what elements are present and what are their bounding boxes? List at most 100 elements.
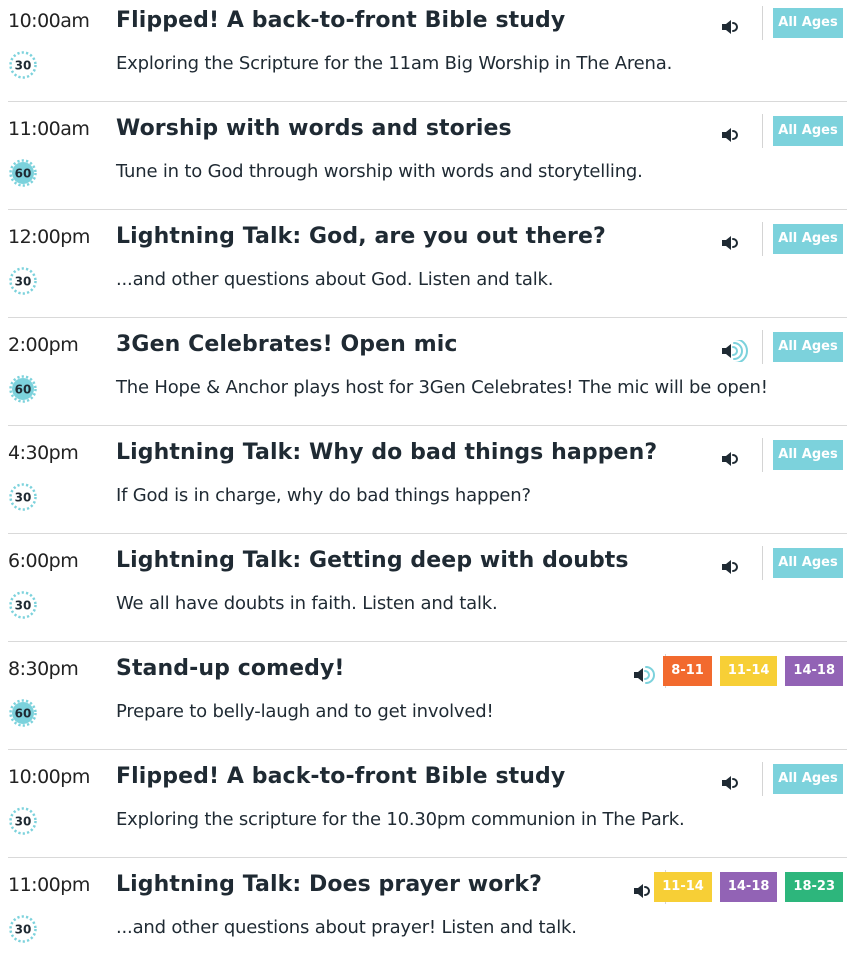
duration-badge: 30 (8, 482, 37, 511)
duration-badge: 30 (8, 50, 37, 79)
event-row[interactable]: 10:00pm 30 Flipped! A back-to-front Bible … (0, 758, 855, 866)
volume-high-icon[interactable] (720, 338, 754, 364)
duration-badge: 60 (8, 698, 37, 727)
age-group-badges: All Ages (773, 548, 843, 578)
volume-low-icon[interactable] (720, 448, 754, 470)
event-description: Exploring the scripture for the 10.30pm … (116, 809, 685, 830)
event-row[interactable]: 12:00pm 30 Lightning Talk: God, are you ou… (0, 218, 855, 326)
age-group-badges: All Ages (773, 116, 843, 146)
svg-text:60: 60 (15, 167, 32, 181)
age-group-badges: All Ages (773, 440, 843, 470)
row-divider (8, 641, 847, 642)
age-badge[interactable]: All Ages (773, 548, 843, 578)
age-badge[interactable]: All Ages (773, 764, 843, 794)
event-row[interactable]: 2:00pm 60 3Gen Celebrates! Open mic The Hop… (0, 326, 855, 434)
duration-timer-icon: 30 (9, 915, 37, 943)
age-badge[interactable]: 11-14 (654, 872, 712, 902)
audio-level-indicator[interactable] (720, 338, 754, 364)
volume-low-icon[interactable] (720, 124, 754, 146)
event-row[interactable]: 10:00am 30 Flipped! A back-to-front Bible … (0, 2, 855, 110)
event-schedule: 10:00am 30 Flipped! A back-to-front Bible … (0, 0, 855, 945)
event-title[interactable]: Lightning Talk: Why do bad things happen… (116, 440, 657, 465)
svg-text:60: 60 (15, 383, 32, 397)
event-description: ...and other questions about God. Listen… (116, 269, 554, 290)
audio-level-indicator[interactable] (720, 772, 754, 792)
event-time: 10:00pm (8, 766, 90, 788)
event-row[interactable]: 11:00am 60 Worship with words and stories T… (0, 110, 855, 218)
event-title[interactable]: 3Gen Celebrates! Open mic (116, 332, 458, 357)
event-time: 2:00pm (8, 334, 79, 356)
event-title[interactable]: Lightning Talk: Does prayer work? (116, 872, 542, 897)
divider (762, 762, 763, 796)
event-time: 4:30pm (8, 442, 79, 464)
svg-text:30: 30 (15, 491, 32, 505)
age-group-badges: All Ages (773, 332, 843, 362)
event-description: Tune in to God through worship with word… (116, 161, 643, 182)
divider (762, 114, 763, 148)
audio-level-indicator[interactable] (720, 556, 754, 576)
event-description: If God is in charge, why do bad things h… (116, 485, 531, 506)
age-badge[interactable]: All Ages (773, 440, 843, 470)
event-description: The Hope & Anchor plays host for 3Gen Ce… (116, 377, 768, 398)
event-row[interactable]: 4:30pm 30 Lightning Talk: Why do bad thing… (0, 434, 855, 542)
age-group-badges: All Ages (773, 224, 843, 254)
age-badge[interactable]: 18-23 (785, 872, 843, 902)
event-time: 11:00pm (8, 874, 90, 896)
audio-level-indicator[interactable] (632, 664, 666, 684)
event-title[interactable]: Flipped! A back-to-front Bible study (116, 764, 565, 789)
event-title[interactable]: Lightning Talk: God, are you out there? (116, 224, 606, 249)
duration-badge: 30 (8, 806, 37, 835)
event-row[interactable]: 11:00pm 30 Lightning Talk: Does prayer wor… (0, 866, 855, 974)
event-time: 10:00am (8, 10, 90, 32)
event-description: ...and other questions about prayer! Lis… (116, 917, 577, 938)
age-badge[interactable]: 11-14 (719, 656, 778, 686)
duration-badge: 30 (8, 266, 37, 295)
age-badge[interactable]: All Ages (773, 332, 843, 362)
event-title[interactable]: Worship with words and stories (116, 116, 512, 141)
event-title[interactable]: Flipped! A back-to-front Bible study (116, 8, 565, 33)
volume-low-icon[interactable] (720, 232, 754, 254)
event-time: 12:00pm (8, 226, 90, 248)
duration-badge: 30 (8, 590, 37, 619)
event-row[interactable]: 8:30pm 60 Stand-up comedy! Prepare to belly… (0, 650, 855, 758)
duration-timer-icon: 60 (9, 375, 37, 403)
audio-level-indicator[interactable] (720, 448, 754, 468)
row-divider (8, 749, 847, 750)
event-time: 6:00pm (8, 550, 79, 572)
age-group-badges: 8-11 11-14 14-18 (663, 656, 843, 686)
event-description: We all have doubts in faith. Listen and … (116, 593, 498, 614)
duration-badge: 30 (8, 914, 37, 943)
age-badge[interactable]: All Ages (773, 224, 843, 254)
age-group-badges: 11-14 14-18 18-23 (654, 872, 843, 902)
event-row[interactable]: 6:00pm 30 Lightning Talk: Getting deep wit… (0, 542, 855, 650)
duration-timer-icon: 30 (9, 807, 37, 835)
svg-text:30: 30 (15, 815, 32, 829)
age-badge[interactable]: 14-18 (785, 656, 843, 686)
event-time: 11:00am (8, 118, 90, 140)
age-badge[interactable]: All Ages (773, 116, 843, 146)
age-badge[interactable]: All Ages (773, 8, 843, 38)
divider (762, 330, 763, 364)
duration-timer-icon: 30 (9, 591, 37, 619)
row-divider (8, 533, 847, 534)
svg-text:30: 30 (15, 923, 32, 937)
audio-level-indicator[interactable] (720, 16, 754, 36)
volume-low-icon[interactable] (720, 556, 754, 578)
age-badge[interactable]: 14-18 (719, 872, 778, 902)
volume-medium-icon[interactable] (632, 664, 666, 686)
audio-level-indicator[interactable] (720, 232, 754, 252)
volume-low-icon[interactable] (720, 772, 754, 794)
duration-timer-icon: 60 (9, 699, 37, 727)
audio-level-indicator[interactable] (720, 124, 754, 144)
duration-badge: 60 (8, 374, 37, 403)
svg-text:60: 60 (15, 707, 32, 721)
divider (762, 222, 763, 256)
svg-text:30: 30 (15, 59, 32, 73)
volume-low-icon[interactable] (720, 16, 754, 38)
age-badge[interactable]: 8-11 (663, 656, 712, 686)
row-divider (8, 101, 847, 102)
event-description: Exploring the Scripture for the 11am Big… (116, 53, 673, 74)
event-title[interactable]: Lightning Talk: Getting deep with doubts (116, 548, 629, 573)
row-divider (8, 209, 847, 210)
event-title[interactable]: Stand-up comedy! (116, 656, 345, 681)
